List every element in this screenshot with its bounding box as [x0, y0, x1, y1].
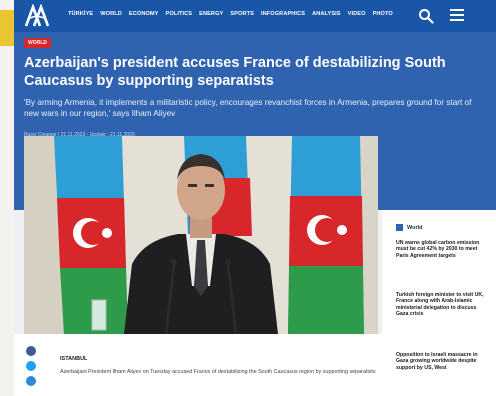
article-subhead: 'By arming Armenia, it implements a mili…	[24, 98, 472, 118]
nav-item-politics[interactable]: POLITICS	[166, 11, 193, 17]
nav-item-economy[interactable]: ECONOMY	[129, 11, 159, 17]
nav-item-turkiye[interactable]: TÜRKİYE	[68, 11, 93, 17]
sidebar-section-label: World	[407, 224, 423, 231]
sidebar-news-item[interactable]: UN warns global carbon emission must be …	[396, 240, 486, 259]
search-icon[interactable]	[418, 8, 434, 24]
azerbaijan-flag-right	[288, 136, 364, 334]
president-podium-photo	[24, 136, 378, 334]
article-photo	[24, 136, 378, 334]
site-header: TÜRKİYE WORLD ECONOMY POLITICS ENERGY SP…	[14, 0, 496, 32]
twitter-icon[interactable]	[26, 361, 36, 371]
nav-item-energy[interactable]: ENERGY	[199, 11, 223, 17]
nav-item-sports[interactable]: SPORTS	[230, 11, 254, 17]
article-dateline: ISTANBUL	[60, 356, 88, 362]
article-lead: Azerbaijani President Ilham Aliyev on Tu…	[60, 369, 376, 375]
nav-item-world[interactable]: WORLD	[100, 11, 122, 17]
nav-item-infographics[interactable]: INFOGRAPHICS	[261, 11, 305, 17]
background-tag	[0, 10, 14, 46]
azerbaijan-flag-left	[54, 136, 128, 334]
aa-logo-icon[interactable]	[24, 4, 50, 28]
sidebar-news-item[interactable]: Turkish foreign minister to visit UK, Fr…	[396, 292, 486, 318]
main-nav: TÜRKİYE WORLD ECONOMY POLITICS ENERGY SP…	[68, 11, 393, 17]
nav-item-photo[interactable]: PHOTO	[373, 11, 393, 17]
related-news-sidebar: World UN warns global carbon emission mu…	[382, 210, 496, 396]
sidebar-section-header[interactable]: World	[396, 224, 422, 231]
facebook-icon[interactable]	[26, 346, 36, 356]
article-headline: Azerbaijan's president accuses France of…	[24, 55, 446, 89]
background-page-edge	[0, 0, 14, 396]
section-marker-icon	[396, 224, 403, 231]
telegram-icon[interactable]	[26, 376, 36, 386]
category-badge[interactable]: WORLD	[24, 38, 51, 48]
article-body: ISTANBUL Azerbaijani President Ilham Ali…	[14, 334, 382, 396]
nav-item-analysis[interactable]: ANALYSIS	[312, 11, 341, 17]
hamburger-menu-icon[interactable]	[450, 9, 464, 21]
sidebar-news-item[interactable]: Opposition to Israeli massacre in Gaza g…	[396, 352, 486, 371]
page: TÜRKİYE WORLD ECONOMY POLITICS ENERGY SP…	[0, 0, 496, 396]
nav-item-video[interactable]: VIDEO	[348, 11, 366, 17]
